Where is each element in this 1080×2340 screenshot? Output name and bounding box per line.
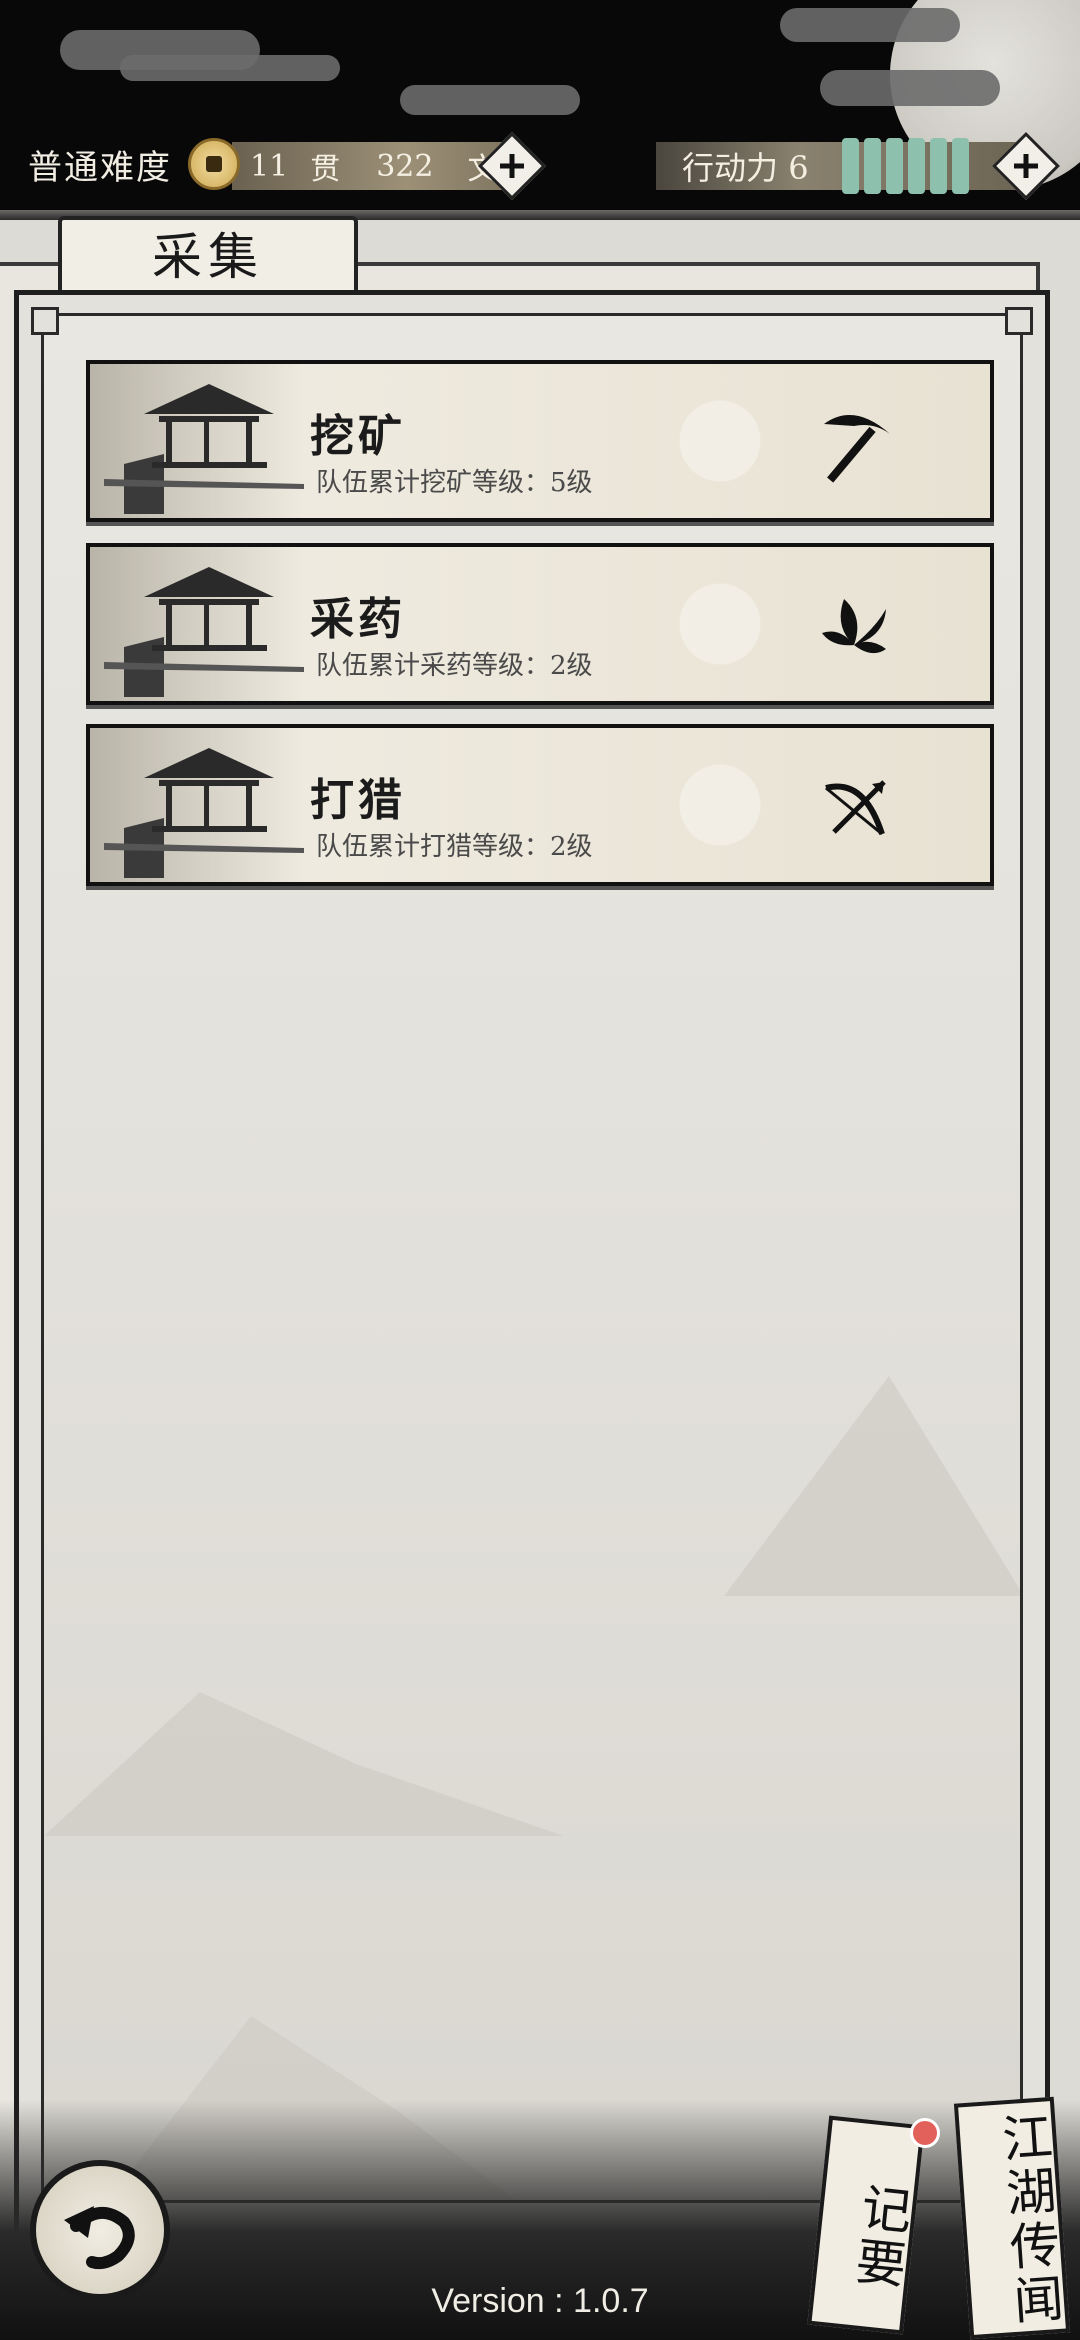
- pavilion-image: [90, 364, 330, 518]
- card-title: 挖矿: [310, 411, 406, 462]
- rumors-button[interactable]: 江湖传闻: [953, 2096, 1071, 2340]
- card-level-text: 队伍累计采药等级：2级: [316, 651, 593, 681]
- stamina-display: 行动力 6: [656, 138, 1016, 194]
- back-button[interactable]: [30, 2160, 170, 2300]
- stamina-pip: [842, 138, 859, 194]
- stamina-pip: [908, 138, 925, 194]
- stamina-pip: [864, 138, 881, 194]
- tab-gather[interactable]: 采集: [58, 216, 358, 294]
- cloud-decoration: [820, 70, 1000, 106]
- version-text: Version : 1.0.7: [431, 2282, 649, 2320]
- corner-ornament: [1005, 307, 1033, 335]
- herb-leaf-icon: [822, 599, 886, 654]
- return-arrow-icon: [64, 2206, 135, 2270]
- mountain-decoration: [724, 1376, 1020, 1596]
- difficulty-label: 普通难度: [28, 148, 172, 188]
- gather-card-hunting[interactable]: 打猎 队伍累计打猎等级：2级: [86, 724, 994, 886]
- stamina-pips: [842, 138, 969, 194]
- pavilion-image: [90, 547, 330, 701]
- card-title: 采药: [310, 594, 406, 645]
- money-guan: 11: [250, 148, 289, 184]
- cloud-decoration: [400, 85, 580, 115]
- top-status-bar: 普通难度 11 贯 322 文 行动力 6: [0, 0, 1080, 220]
- cloud-decoration: [120, 55, 340, 81]
- card-title: 打猎: [310, 775, 406, 826]
- stamina-pip: [952, 138, 969, 194]
- stamina-text: 行动力 6: [682, 143, 832, 189]
- stamina-pip: [886, 138, 903, 194]
- money-guan-unit: 贯: [310, 152, 341, 187]
- stamina-value: 6: [788, 149, 809, 187]
- gather-card-herbs[interactable]: 采药 队伍累计采药等级：2级: [86, 543, 994, 705]
- crossbow-icon: [825, 780, 886, 836]
- coin-icon: [188, 138, 240, 190]
- notification-dot: [910, 2118, 940, 2148]
- stamina-pip: [930, 138, 947, 194]
- pavilion-image: [90, 728, 330, 882]
- money-wen: 322: [376, 148, 434, 184]
- card-level-text: 队伍累计挖矿等级：5级: [316, 468, 593, 498]
- stamina-label: 行动力: [682, 149, 779, 187]
- gather-card-mining[interactable]: 挖矿 队伍累计挖矿等级：5级: [86, 360, 994, 522]
- mountain-decoration: [44, 1692, 564, 1836]
- cloud-decoration: [780, 8, 960, 42]
- card-level-text: 队伍累计打猎等级：2级: [316, 832, 593, 862]
- corner-ornament: [31, 307, 59, 335]
- pickaxe-icon: [824, 415, 890, 483]
